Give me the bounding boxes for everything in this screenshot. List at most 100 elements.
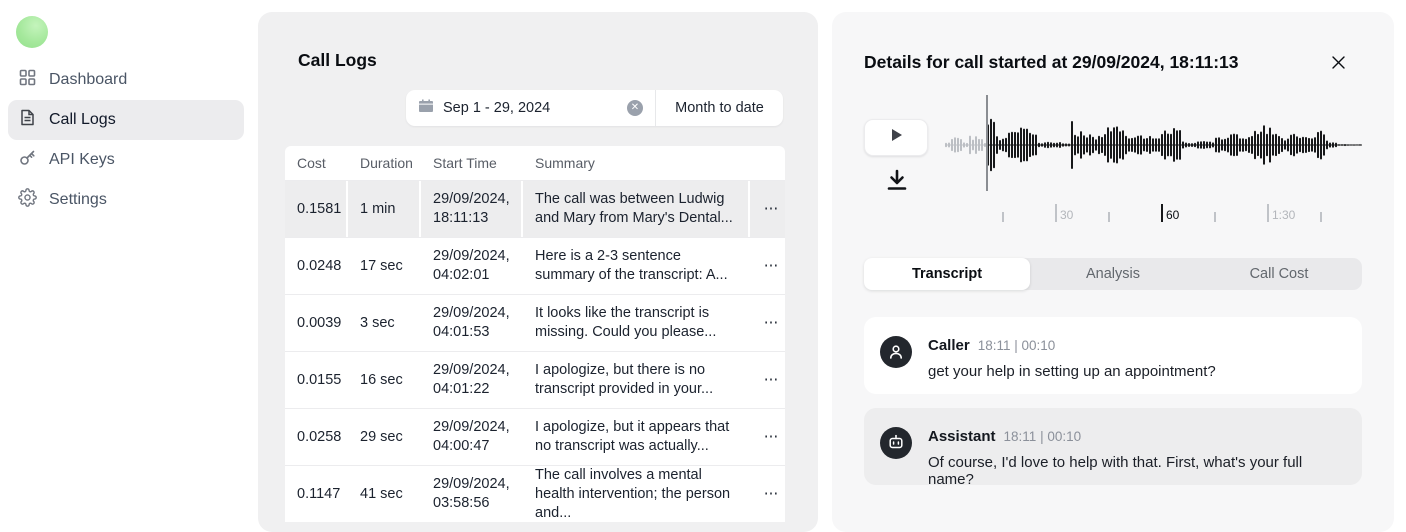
cell-start-time: 29/09/2024, 03:58:56 [421, 466, 521, 522]
timeline-label: 30 [1060, 208, 1073, 222]
column-header-summary: Summary [523, 146, 748, 180]
call-logs-icon [18, 108, 37, 132]
timeline-tick [1108, 212, 1110, 222]
close-icon[interactable] [1328, 52, 1348, 72]
column-header-start-time: Start Time [421, 146, 521, 180]
cell-summary: I apologize, but there is no transcript … [523, 352, 748, 408]
table-row[interactable]: 0.0258 29 sec 29/09/2024, 04:00:47 I apo… [285, 408, 785, 465]
robot-icon [880, 427, 912, 459]
sidebar-item-label: Settings [49, 191, 107, 209]
sidebar: Dashboard Call Logs API Keys Settings [0, 0, 256, 502]
sidebar-item-api-keys[interactable]: API Keys [8, 140, 244, 180]
download-button[interactable] [884, 169, 910, 195]
cell-duration: 29 sec [348, 409, 419, 465]
row-menu-button[interactable]: ⋯ [750, 295, 785, 351]
row-menu-button[interactable]: ⋯ [750, 238, 785, 294]
details-title: Details for call started at 29/09/2024, … [864, 52, 1239, 73]
message-role: Assistant [928, 428, 996, 445]
table-body: 0.1581 1 min 29/09/2024, 18:11:13 The ca… [285, 180, 785, 522]
column-header-cost: Cost [285, 146, 346, 180]
table-row[interactable]: 0.0155 16 sec 29/09/2024, 04:01:22 I apo… [285, 351, 785, 408]
transcript-message: Assistant 18:11 | 00:10 Of course, I'd l… [864, 408, 1362, 485]
table-row[interactable]: 0.0039 3 sec 29/09/2024, 04:01:53 It loo… [285, 294, 785, 351]
cell-start-time: 29/09/2024, 04:01:22 [421, 352, 521, 408]
timeline-tick [1267, 204, 1269, 222]
row-menu-button[interactable]: ⋯ [750, 352, 785, 408]
cell-cost: 0.0039 [285, 295, 346, 351]
tab-transcript[interactable]: Transcript [864, 258, 1030, 290]
app-logo [16, 16, 48, 48]
cell-summary: I apologize, but it appears that no tran… [523, 409, 748, 465]
cell-cost: 0.1147 [285, 466, 346, 522]
month-to-date-button[interactable]: Month to date [656, 100, 783, 116]
cell-duration: 1 min [348, 181, 419, 237]
cell-start-time: 29/09/2024, 18:11:13 [421, 181, 521, 237]
call-logs-table: Cost Duration Start Time Summary 0.1581 … [285, 146, 785, 522]
message-text: Of course, I'd love to help with that. F… [928, 454, 1346, 488]
timeline-tick [1161, 204, 1163, 222]
tab-analysis[interactable]: Analysis [1030, 258, 1196, 290]
sidebar-item-label: Call Logs [49, 111, 116, 129]
calendar-icon [418, 98, 434, 119]
cell-summary: Here is a 2-3 sentence summary of the tr… [523, 238, 748, 294]
play-button[interactable] [864, 119, 928, 156]
timeline-tick [1214, 212, 1216, 222]
person-icon [880, 336, 912, 368]
cell-cost: 0.0155 [285, 352, 346, 408]
call-logs-panel: Call Logs Sep 1 - 29, 2024 ✕ Month to da… [258, 12, 818, 532]
cell-duration: 3 sec [348, 295, 419, 351]
cell-cost: 0.0258 [285, 409, 346, 465]
table-row[interactable]: 0.1581 1 min 29/09/2024, 18:11:13 The ca… [285, 180, 785, 237]
dashboard-icon [18, 68, 37, 92]
timeline-label: 1:30 [1272, 208, 1295, 222]
date-filter-bar: Sep 1 - 29, 2024 ✕ Month to date [406, 90, 783, 126]
cell-start-time: 29/09/2024, 04:01:53 [421, 295, 521, 351]
row-menu-button[interactable]: ⋯ [750, 466, 785, 522]
table-row[interactable]: 0.1147 41 sec 29/09/2024, 03:58:56 The c… [285, 465, 785, 522]
tab-call-cost[interactable]: Call Cost [1196, 258, 1362, 290]
table-row[interactable]: 0.0248 17 sec 29/09/2024, 04:02:01 Here … [285, 237, 785, 294]
timeline-tick [1320, 212, 1322, 222]
sidebar-item-settings[interactable]: Settings [8, 180, 244, 220]
clear-circle-icon[interactable]: ✕ [627, 100, 643, 116]
message-timestamp: 18:11 | 00:10 [1004, 429, 1082, 444]
cell-cost: 0.1581 [285, 181, 346, 237]
details-tabs: TranscriptAnalysisCall Cost [864, 258, 1362, 290]
playhead-cursor[interactable] [986, 95, 988, 191]
sidebar-item-label: Dashboard [49, 71, 127, 89]
cell-summary: The call was between Ludwig and Mary fro… [523, 181, 748, 237]
message-text: get your help in setting up an appointme… [928, 363, 1216, 380]
column-header-menu [750, 146, 785, 180]
cell-duration: 41 sec [348, 466, 419, 522]
table-header-row: Cost Duration Start Time Summary [285, 146, 785, 180]
date-range-input[interactable]: Sep 1 - 29, 2024 ✕ [406, 90, 655, 126]
cell-duration: 17 sec [348, 238, 419, 294]
date-range-value: Sep 1 - 29, 2024 [443, 100, 627, 116]
column-header-duration: Duration [348, 146, 419, 180]
cell-cost: 0.0248 [285, 238, 346, 294]
download-icon [885, 168, 909, 197]
sidebar-item-label: API Keys [49, 151, 115, 169]
cell-start-time: 29/09/2024, 04:02:01 [421, 238, 521, 294]
timeline-tick [1002, 212, 1004, 222]
cell-summary: It looks like the transcript is missing.… [523, 295, 748, 351]
message-timestamp: 18:11 | 00:10 [978, 338, 1056, 353]
call-logs-title: Call Logs [298, 50, 377, 71]
transcript-messages: Caller 18:11 | 00:10 get your help in se… [864, 317, 1362, 499]
cell-start-time: 29/09/2024, 04:00:47 [421, 409, 521, 465]
key-icon [18, 148, 37, 172]
timeline-ruler: 30 60 1:30 [945, 200, 1362, 224]
sidebar-item-call-logs[interactable]: Call Logs [8, 100, 244, 140]
row-menu-button[interactable]: ⋯ [750, 409, 785, 465]
cell-summary: The call involves a mental health interv… [523, 466, 748, 522]
transcript-message: Caller 18:11 | 00:10 get your help in se… [864, 317, 1362, 394]
sidebar-item-dashboard[interactable]: Dashboard [8, 60, 244, 100]
play-icon [887, 126, 905, 149]
timeline-tick [1055, 204, 1057, 222]
audio-waveform[interactable] [945, 97, 1362, 193]
row-menu-button[interactable]: ⋯ [750, 181, 785, 237]
timeline-label: 60 [1166, 208, 1179, 222]
call-details-panel: Details for call started at 29/09/2024, … [832, 12, 1394, 532]
sidebar-nav: Dashboard Call Logs API Keys Settings [8, 60, 244, 220]
cell-duration: 16 sec [348, 352, 419, 408]
